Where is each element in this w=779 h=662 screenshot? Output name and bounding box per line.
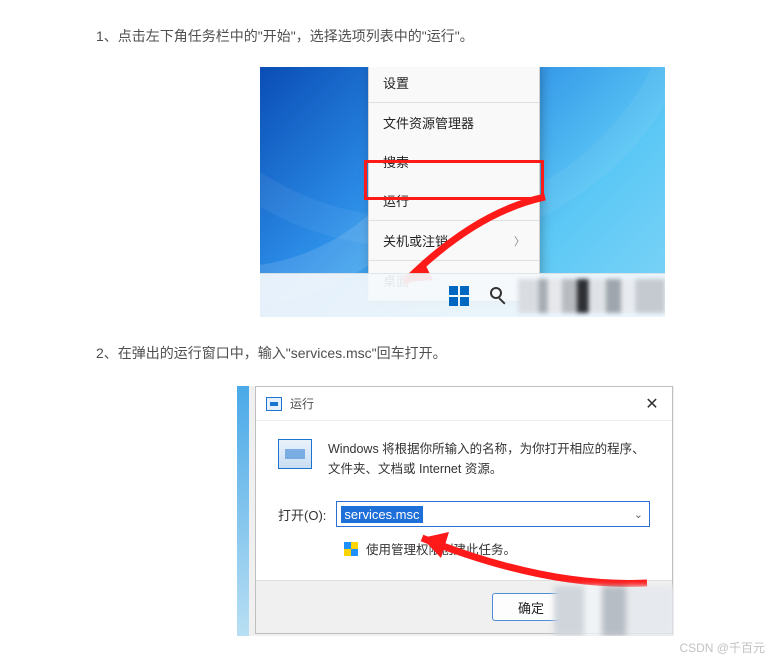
run-dialog-description: Windows 将根据你所输入的名称，为你打开相应的程序、文件夹、文档或 Int… (328, 439, 650, 479)
run-icon (266, 397, 282, 411)
chevron-down-icon[interactable]: ⌄ (634, 508, 643, 521)
close-button[interactable]: ✕ (640, 394, 664, 414)
run-dialog-title: 运行 (290, 395, 314, 412)
step-2-text: 2、在弹出的运行窗口中，输入"services.msc"回车打开。 (0, 317, 779, 366)
menu-item-file-explorer[interactable]: 文件资源管理器 (369, 103, 539, 142)
screenshot-run-dialog: 运行 ✕ Windows 将根据你所输入的名称，为你打开相应的程序、文件夹、文档… (237, 386, 674, 636)
highlight-box (364, 160, 544, 200)
taskbar-blurred-area (518, 279, 665, 313)
menu-item-label: 文件资源管理器 (383, 113, 474, 132)
menu-item-settings[interactable]: 设置 (369, 67, 539, 102)
taskbar-blurred-area (554, 586, 674, 636)
chevron-right-icon: 〉 (514, 233, 525, 249)
open-label: 打开(O): (278, 505, 326, 524)
run-dialog-titlebar: 运行 ✕ (256, 387, 672, 421)
menu-item-shutdown[interactable]: 关机或注销 〉 (369, 221, 539, 260)
uac-text: 使用管理权限创建此任务。 (366, 539, 516, 558)
uac-shield-icon (344, 542, 358, 556)
taskbar (260, 273, 665, 317)
search-icon[interactable] (490, 287, 508, 305)
run-dialog-icon (278, 439, 312, 469)
open-input[interactable]: services.msc ⌄ (336, 501, 650, 527)
windows-logo-icon (449, 286, 469, 306)
screenshot-start-menu: 设置 文件资源管理器 搜索 运行 关机或注销〉 桌面 (260, 67, 665, 317)
desktop-edge (237, 386, 249, 636)
menu-item-label: 关机或注销 (383, 231, 448, 250)
watermark: CSDN @千百元 (679, 639, 765, 656)
start-button[interactable] (442, 279, 476, 313)
open-input-value: services.msc (341, 506, 422, 523)
step-1-text: 1、点击左下角任务栏中的"开始"，选择选项列表中的"运行"。 (0, 0, 779, 49)
ok-button-label: 确定 (518, 598, 544, 617)
menu-item-label: 设置 (383, 73, 409, 92)
